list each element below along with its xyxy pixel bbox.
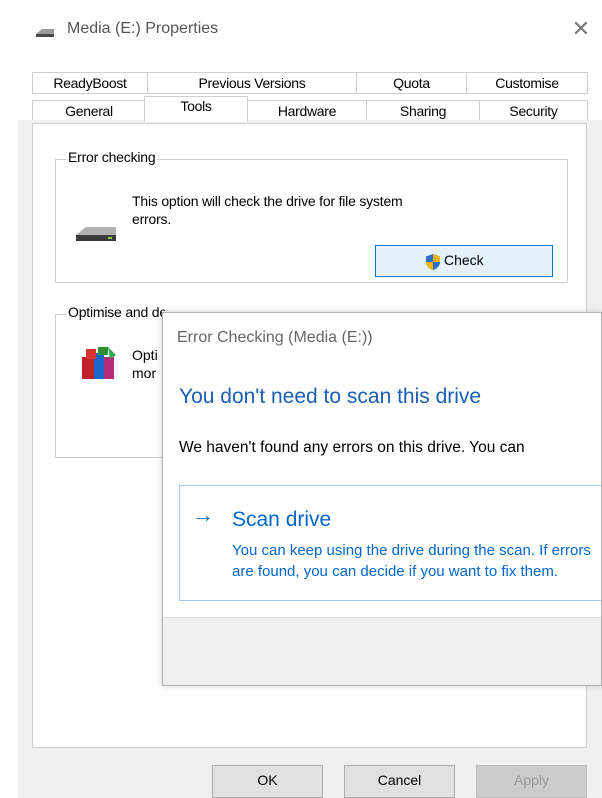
error-checking-dialog: Error Checking (Media (E:)) You don't ne… — [162, 312, 602, 686]
error-dialog-title: Error Checking (Media (E:)) — [177, 329, 373, 346]
cancel-button[interactable]: Cancel — [344, 765, 455, 798]
defrag-icon — [82, 347, 116, 379]
tab-quota[interactable]: Quota — [356, 72, 467, 94]
apply-button[interactable]: Apply — [476, 765, 587, 798]
window-title: Media (E:) Properties — [67, 20, 219, 37]
tab-general[interactable]: General — [32, 100, 146, 122]
tab-security[interactable]: Security — [479, 100, 588, 122]
optimise-text-line2: mor — [132, 365, 157, 381]
title-bar: Media (E:) Properties ✕ — [0, 0, 602, 62]
scan-drive-option[interactable]: → Scan drive You can keep using the driv… — [179, 485, 601, 601]
ok-button[interactable]: OK — [212, 765, 323, 798]
scan-drive-title: Scan drive — [232, 508, 332, 531]
error-dialog-heading: You don't need to scan this drive — [179, 385, 482, 408]
tab-customise[interactable]: Customise — [466, 72, 588, 94]
tab-previous-versions[interactable]: Previous Versions — [147, 72, 357, 94]
check-button-label: Check — [444, 252, 484, 268]
shield-icon — [426, 254, 440, 270]
close-button[interactable]: ✕ — [568, 14, 594, 44]
drive-icon — [36, 29, 54, 37]
optimise-text-line1: Opti — [132, 347, 158, 363]
tab-readyboost[interactable]: ReadyBoost — [32, 72, 148, 94]
error-checking-legend: Error checking — [66, 149, 158, 165]
drive-icon — [76, 227, 116, 241]
tab-tools[interactable]: Tools — [144, 96, 248, 122]
optimise-legend: Optimise and defragment drive — [66, 304, 165, 320]
tab-hardware[interactable]: Hardware — [247, 100, 367, 122]
error-checking-description: This option will check the drive for fil… — [132, 193, 403, 227]
error-dialog-message: We haven't found any errors on this driv… — [179, 439, 525, 456]
tab-sharing[interactable]: Sharing — [366, 100, 480, 122]
arrow-right-icon: → — [192, 502, 214, 527]
scan-drive-description: You can keep using the drive during the … — [232, 542, 591, 580]
properties-window: Media (E:) Properties ✕ ReadyBoost Previ… — [0, 0, 602, 798]
error-checking-group: Error checking This option will check th… — [55, 149, 568, 283]
check-button[interactable]: Check — [375, 245, 553, 277]
error-dialog-footer — [163, 617, 601, 685]
